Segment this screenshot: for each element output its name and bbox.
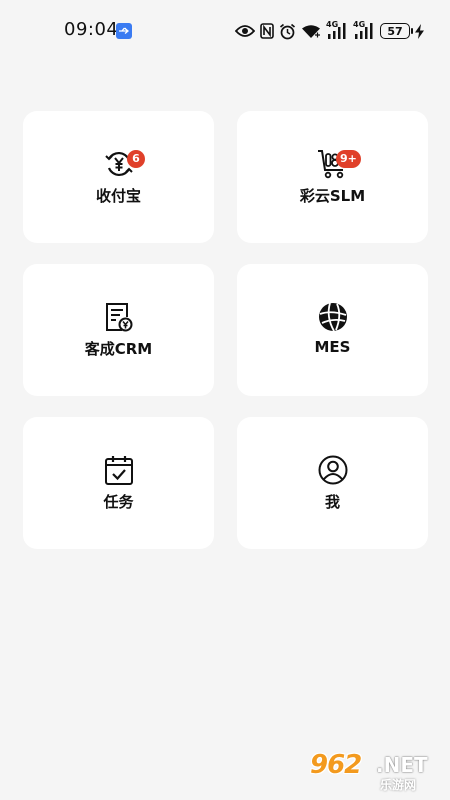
notification-badge: 6: [127, 150, 145, 168]
app-card-shoufubao[interactable]: 6 收付宝: [23, 111, 214, 243]
status-icons: 4G 4G 57: [235, 20, 424, 42]
watermark-subtitle: 乐游网: [380, 778, 417, 792]
notification-badge: 9+: [336, 150, 361, 168]
app-card-me[interactable]: 我: [237, 417, 428, 549]
wifi-icon: [302, 24, 320, 38]
invoice-yuan-icon: [105, 303, 132, 332]
app-label: 任务: [103, 493, 134, 511]
battery-indicator: 57: [380, 23, 413, 39]
app-label: 彩云SLM: [299, 187, 366, 205]
app-card-caiyun-slm[interactable]: 9+ 彩云SLM: [237, 111, 428, 243]
user-icon: [318, 455, 347, 485]
app-card-tasks[interactable]: 任务: [23, 417, 214, 549]
watermark-number: 962: [310, 750, 362, 780]
globe-icon: [318, 302, 347, 332]
eye-icon: [235, 25, 255, 37]
app-card-mes[interactable]: MES: [237, 264, 428, 396]
nfc-icon: [260, 23, 274, 39]
cellular-signal-1-icon: 4G: [326, 20, 348, 40]
alarm-icon: [279, 23, 296, 39]
app-label: 客成CRM: [84, 340, 153, 358]
status-time: 09:04: [64, 19, 119, 40]
calendar-check-icon: [104, 456, 133, 485]
cellular-signal-2-icon: 4G: [353, 20, 375, 40]
site-watermark-logo: 962 .NET 乐游网: [310, 750, 444, 792]
app-label: 收付宝: [95, 187, 141, 205]
watermark-net: .NET: [376, 753, 428, 777]
app-label: 我: [324, 493, 340, 511]
charging-bolt-icon: [415, 23, 424, 39]
usb-debug-icon: [116, 23, 132, 39]
app-card-kecheng-crm[interactable]: 客成CRM: [23, 264, 214, 396]
status-bar: 09:04 4G 4G 57: [0, 0, 450, 60]
app-label: MES: [314, 338, 351, 356]
